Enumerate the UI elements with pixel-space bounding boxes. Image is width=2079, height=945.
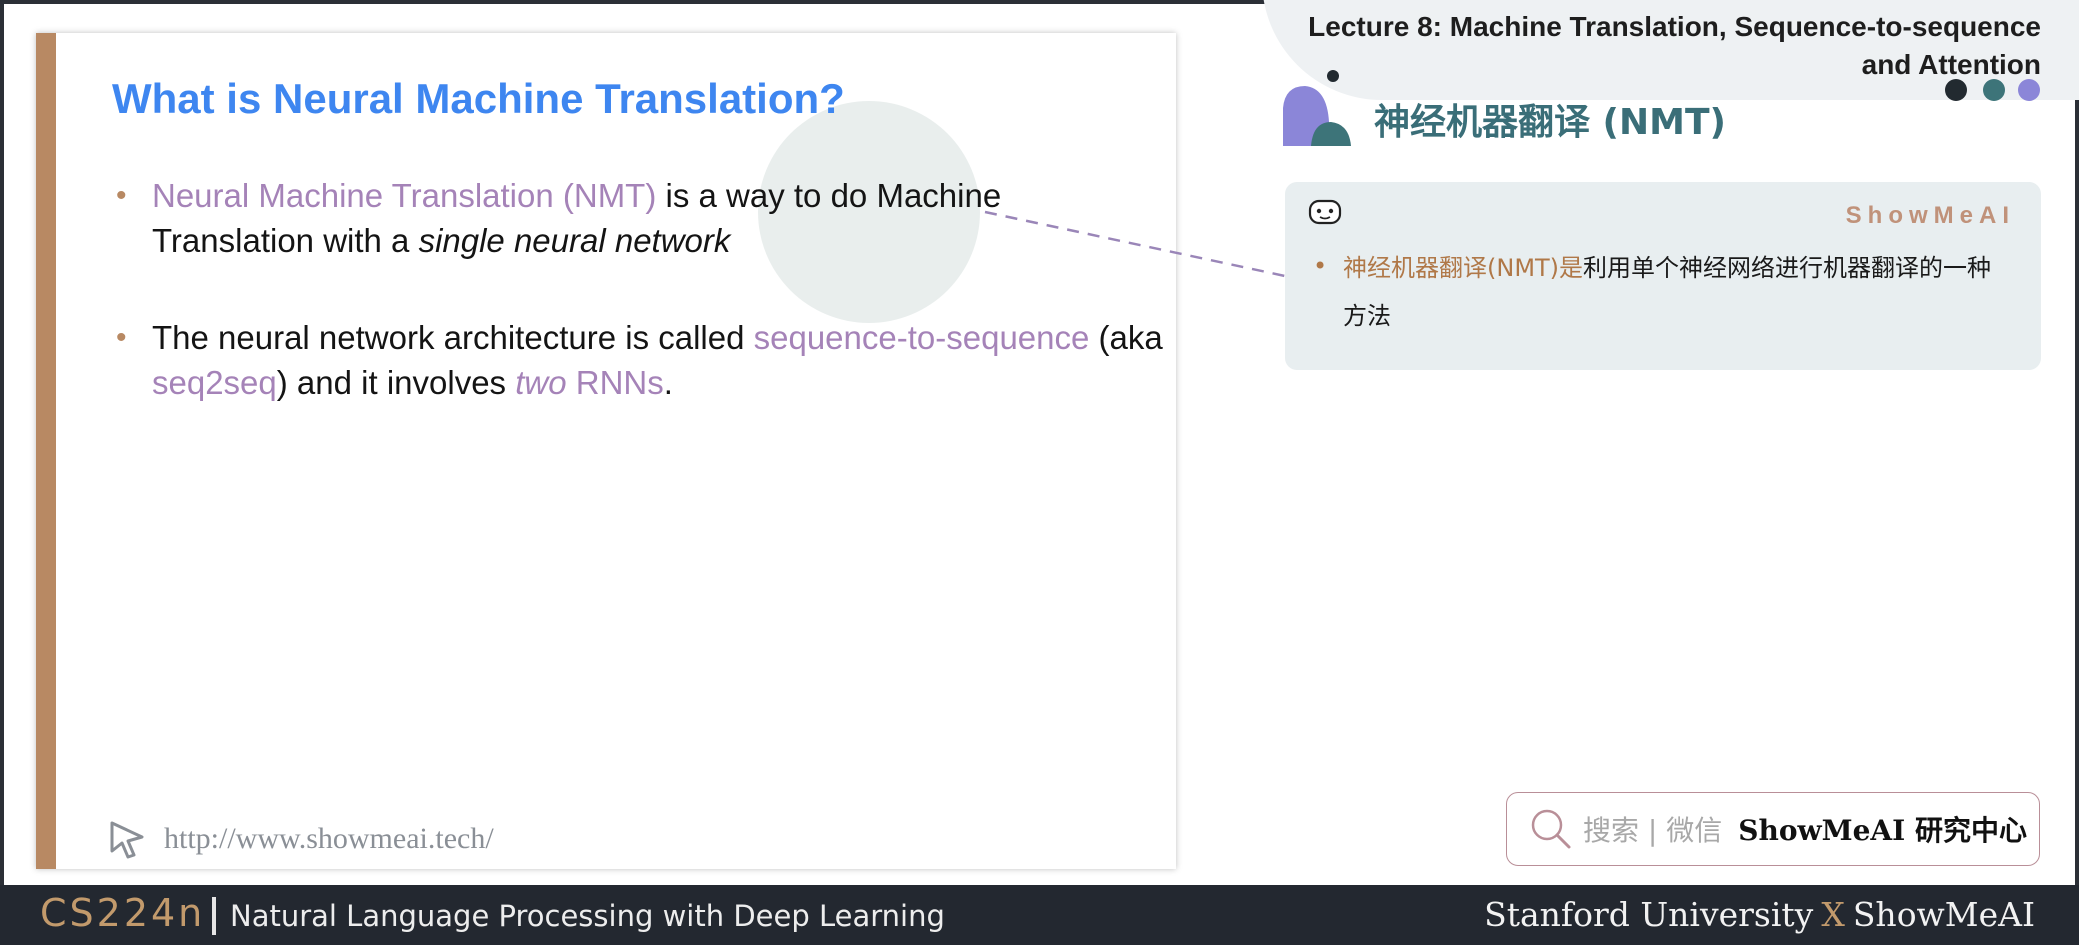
note-brand: ShowMeAI	[1845, 202, 2015, 229]
seq2seq-highlight: sequence-to-sequence	[753, 319, 1090, 356]
credit-brand: ShowMeAI	[1852, 895, 2035, 934]
two-italic: two	[515, 364, 567, 401]
footer-bar: CS224n Natural Language Processing with …	[0, 885, 2079, 945]
robot-icon	[1308, 199, 1342, 225]
search-icon	[1531, 809, 1571, 849]
rnns-highlight: RNNs	[566, 364, 664, 401]
search-hint: 搜索 | 微信	[1583, 814, 1723, 847]
section-title: 神经机器翻译 (NMT)	[1374, 102, 1726, 143]
lecture-title: Lecture 8: Machine Translation, Sequence…	[1308, 8, 2041, 84]
note-highlight: 神经机器翻译(NMT)是	[1343, 254, 1584, 282]
slide-accent-bar	[36, 33, 56, 869]
bullet2-text-c: ) and it involves	[276, 364, 516, 401]
section-shape-icon	[1283, 86, 1351, 146]
credit-x: X	[1821, 895, 1845, 934]
slide-title: What is Neural Machine Translation?	[112, 75, 845, 122]
search-brand: ShowMeAI 研究中心	[1738, 814, 2027, 847]
bullet1-italic: single neural network	[418, 222, 731, 259]
dot-dark	[1945, 79, 1967, 101]
lecture-title-line1: Lecture 8: Machine Translation, Sequence…	[1308, 11, 2041, 42]
lecture-title-line2: and Attention	[1861, 49, 2041, 80]
seq2seq-short: seq2seq	[152, 364, 277, 401]
bullet-dot: •	[116, 321, 127, 354]
wechat-search-box[interactable]: 搜索 | 微信 ShowMeAI 研究中心	[1506, 792, 2040, 866]
translation-note-card: ShowMeAI • 神经机器翻译(NMT)是利用单个神经网络进行机器翻译的一种…	[1285, 182, 2041, 370]
dot-teal	[1983, 79, 2005, 101]
source-link[interactable]: http://www.showmeai.tech/	[106, 819, 494, 859]
bullet2-text-a: The neural network architecture is calle…	[152, 319, 754, 356]
note-body: • 神经机器翻译(NMT)是利用单个神经网络进行机器翻译的一种方法	[1313, 244, 2015, 340]
bullet2-text-b: (aka	[1089, 319, 1163, 356]
footer-divider	[212, 897, 216, 935]
credit-university: Stanford University	[1484, 895, 1814, 934]
nmt-highlight: Neural Machine Translation (NMT)	[152, 177, 657, 214]
footer-credit: Stanford University X ShowMeAI	[1484, 895, 2035, 934]
dot-violet	[2018, 79, 2040, 101]
cursor-click-icon	[110, 821, 144, 859]
dot-small	[1327, 70, 1339, 82]
source-url[interactable]: http://www.showmeai.tech/	[164, 822, 494, 856]
course-title: Natural Language Processing with Deep Le…	[230, 899, 945, 933]
bullet2-text-d: .	[663, 364, 673, 401]
bullet-item-1: • Neural Machine Translation (NMT) is a …	[106, 173, 1166, 263]
bullet-list: • Neural Machine Translation (NMT) is a …	[106, 173, 1166, 457]
bullet-item-2: • The neural network architecture is cal…	[106, 315, 1166, 405]
bullet-dot: •	[116, 179, 127, 212]
slide-card: What is Neural Machine Translation? • Ne…	[36, 33, 1176, 869]
course-code: CS224n	[40, 891, 206, 935]
bullet-dot: •	[1313, 252, 1328, 280]
